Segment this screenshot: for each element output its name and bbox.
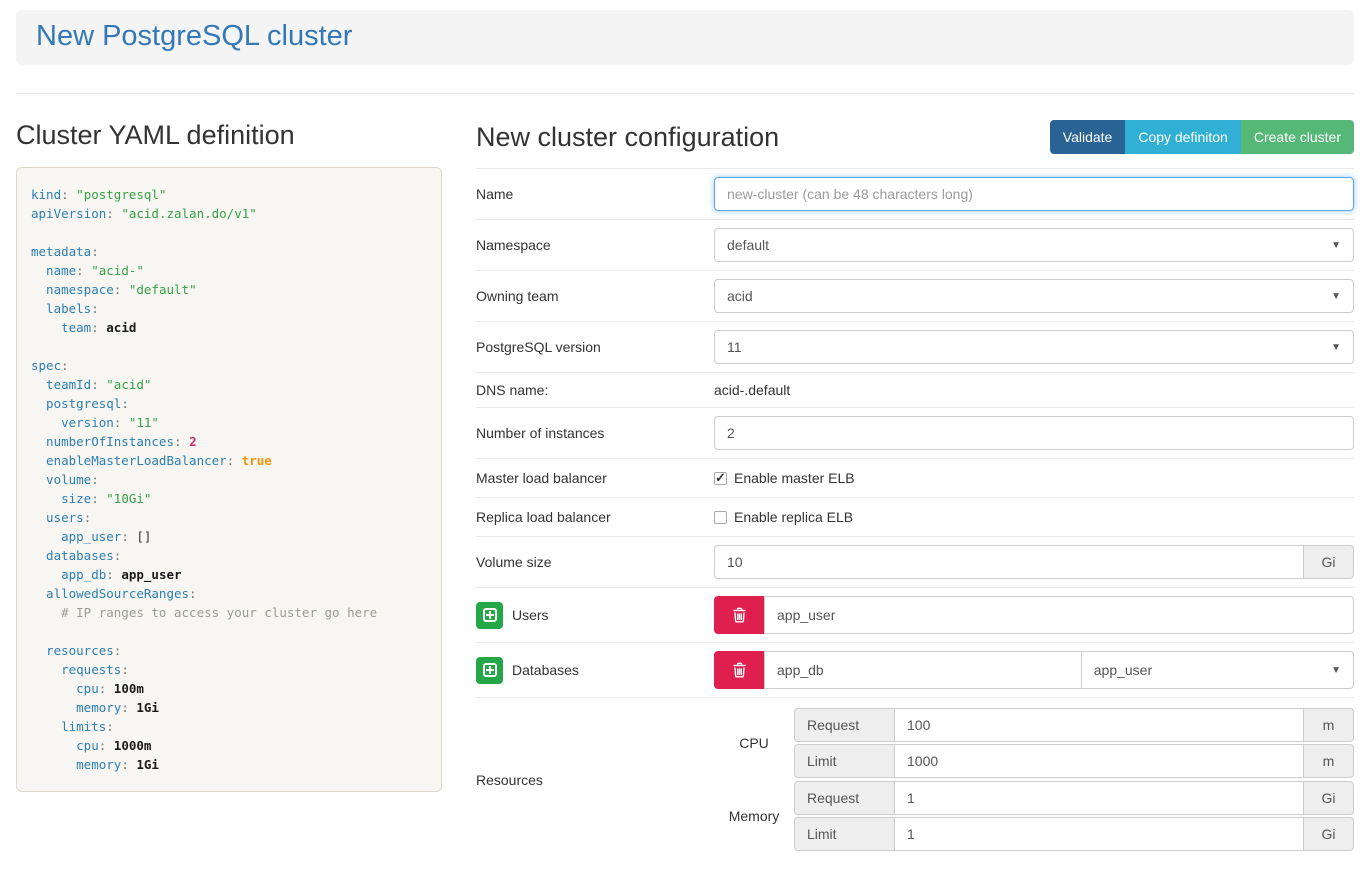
plus-icon xyxy=(483,608,497,622)
volume-unit-addon: Gi xyxy=(1304,545,1354,579)
row-dns-name: DNS name: acid-.default xyxy=(476,372,1354,407)
user-item-row xyxy=(714,596,1354,634)
cluster-form: Name Namespace default ▼ xyxy=(476,168,1354,861)
row-pg-version: PostgreSQL version 11 ▼ xyxy=(476,321,1354,372)
volume-size-input[interactable] xyxy=(714,545,1304,579)
yaml-heading: Cluster YAML definition xyxy=(16,120,442,151)
owning-team-select[interactable]: acid ▼ xyxy=(714,279,1354,313)
namespace-label: Namespace xyxy=(476,237,714,253)
pg-version-selected-value: 11 xyxy=(727,339,742,355)
yaml-column: Cluster YAML definition kind: "postgresq… xyxy=(16,106,442,792)
namespace-select[interactable]: default ▼ xyxy=(714,228,1354,262)
pg-version-label: PostgreSQL version xyxy=(476,339,714,355)
databases-label: Databases xyxy=(512,662,579,678)
memory-resource-group: Memory Request Gi Limit xyxy=(714,781,1354,851)
instances-input[interactable] xyxy=(714,416,1354,450)
master-lb-label: Master load balancer xyxy=(476,470,714,486)
memory-limit-label: Limit xyxy=(794,817,894,851)
chevron-down-icon: ▼ xyxy=(1331,665,1341,676)
cpu-request-input[interactable] xyxy=(894,708,1304,742)
page: New PostgreSQL cluster Cluster YAML defi… xyxy=(0,10,1370,861)
replica-elb-checkbox-label: Enable replica ELB xyxy=(734,509,853,525)
yaml-definition-panel: kind: "postgresql"apiVersion: "acid.zala… xyxy=(16,167,442,792)
replica-elb-checkbox[interactable] xyxy=(714,511,727,524)
row-master-lb: Master load balancer Enable master ELB xyxy=(476,458,1354,497)
chevron-down-icon: ▼ xyxy=(1331,291,1341,302)
memory-request-unit: Gi xyxy=(1304,781,1354,815)
cpu-group-label: CPU xyxy=(714,735,794,751)
memory-request-input[interactable] xyxy=(894,781,1304,815)
add-user-button[interactable] xyxy=(476,602,503,629)
namespace-selected-value: default xyxy=(727,237,769,253)
user-name-input[interactable] xyxy=(764,596,1354,634)
chevron-down-icon: ▼ xyxy=(1331,342,1341,353)
delete-user-button[interactable] xyxy=(714,596,764,634)
add-database-button[interactable] xyxy=(476,657,503,684)
users-label: Users xyxy=(512,607,549,623)
memory-group-label: Memory xyxy=(714,808,794,824)
memory-limit-input[interactable] xyxy=(894,817,1304,851)
dns-name-value: acid-.default xyxy=(714,382,790,398)
page-header: New PostgreSQL cluster xyxy=(16,10,1354,65)
cpu-request-unit: m xyxy=(1304,708,1354,742)
row-users: Users xyxy=(476,587,1354,642)
memory-limit-unit: Gi xyxy=(1304,817,1354,851)
config-heading: New cluster configuration xyxy=(476,122,779,153)
cpu-limit-row: Limit m xyxy=(794,744,1354,778)
cpu-request-row: Request m xyxy=(794,708,1354,742)
owning-team-selected-value: acid xyxy=(727,288,753,304)
action-button-group: Validate Copy definiton Create cluster xyxy=(1050,120,1354,154)
dns-name-label: DNS name: xyxy=(476,382,714,398)
resources-label: Resources xyxy=(476,772,714,788)
trash-icon xyxy=(732,662,747,678)
cpu-limit-input[interactable] xyxy=(894,744,1304,778)
plus-icon xyxy=(483,663,497,677)
row-namespace: Namespace default ▼ xyxy=(476,219,1354,270)
cpu-limit-label: Limit xyxy=(794,744,894,778)
cpu-resource-group: CPU Request m Limit m xyxy=(714,708,1354,778)
name-label: Name xyxy=(476,186,714,202)
chevron-down-icon: ▼ xyxy=(1331,240,1341,251)
database-item-row: app_user ▼ xyxy=(714,651,1354,689)
volume-size-label: Volume size xyxy=(476,554,714,570)
header-divider xyxy=(16,93,1354,94)
owning-team-label: Owning team xyxy=(476,288,714,304)
delete-database-button[interactable] xyxy=(714,651,764,689)
database-owner-select[interactable]: app_user ▼ xyxy=(1082,651,1354,689)
replica-lb-label: Replica load balancer xyxy=(476,509,714,525)
pg-version-select[interactable]: 11 ▼ xyxy=(714,330,1354,364)
row-name: Name xyxy=(476,168,1354,219)
copy-definition-button[interactable]: Copy definiton xyxy=(1125,120,1241,154)
trash-icon xyxy=(732,607,747,623)
row-owning-team: Owning team acid ▼ xyxy=(476,270,1354,321)
cpu-limit-unit: m xyxy=(1304,744,1354,778)
name-input[interactable] xyxy=(714,177,1354,211)
row-resources: Resources CPU Request m xyxy=(476,697,1354,861)
master-elb-checkbox-label: Enable master ELB xyxy=(734,470,855,486)
database-owner-selected-value: app_user xyxy=(1094,662,1152,678)
memory-request-label: Request xyxy=(794,781,894,815)
memory-limit-row: Limit Gi xyxy=(794,817,1354,851)
row-volume-size: Volume size Gi xyxy=(476,536,1354,587)
cpu-request-label: Request xyxy=(794,708,894,742)
row-databases: Databases xyxy=(476,642,1354,697)
row-instances: Number of instances xyxy=(476,407,1354,458)
master-elb-checkbox[interactable] xyxy=(714,472,727,485)
instances-label: Number of instances xyxy=(476,425,714,441)
page-title: New PostgreSQL cluster xyxy=(36,20,1334,53)
row-replica-lb: Replica load balancer Enable replica ELB xyxy=(476,497,1354,536)
create-cluster-button[interactable]: Create cluster xyxy=(1241,120,1354,154)
memory-request-row: Request Gi xyxy=(794,781,1354,815)
database-name-input[interactable] xyxy=(764,651,1082,689)
validate-button[interactable]: Validate xyxy=(1050,120,1126,154)
config-column: New cluster configuration Validate Copy … xyxy=(476,106,1354,861)
